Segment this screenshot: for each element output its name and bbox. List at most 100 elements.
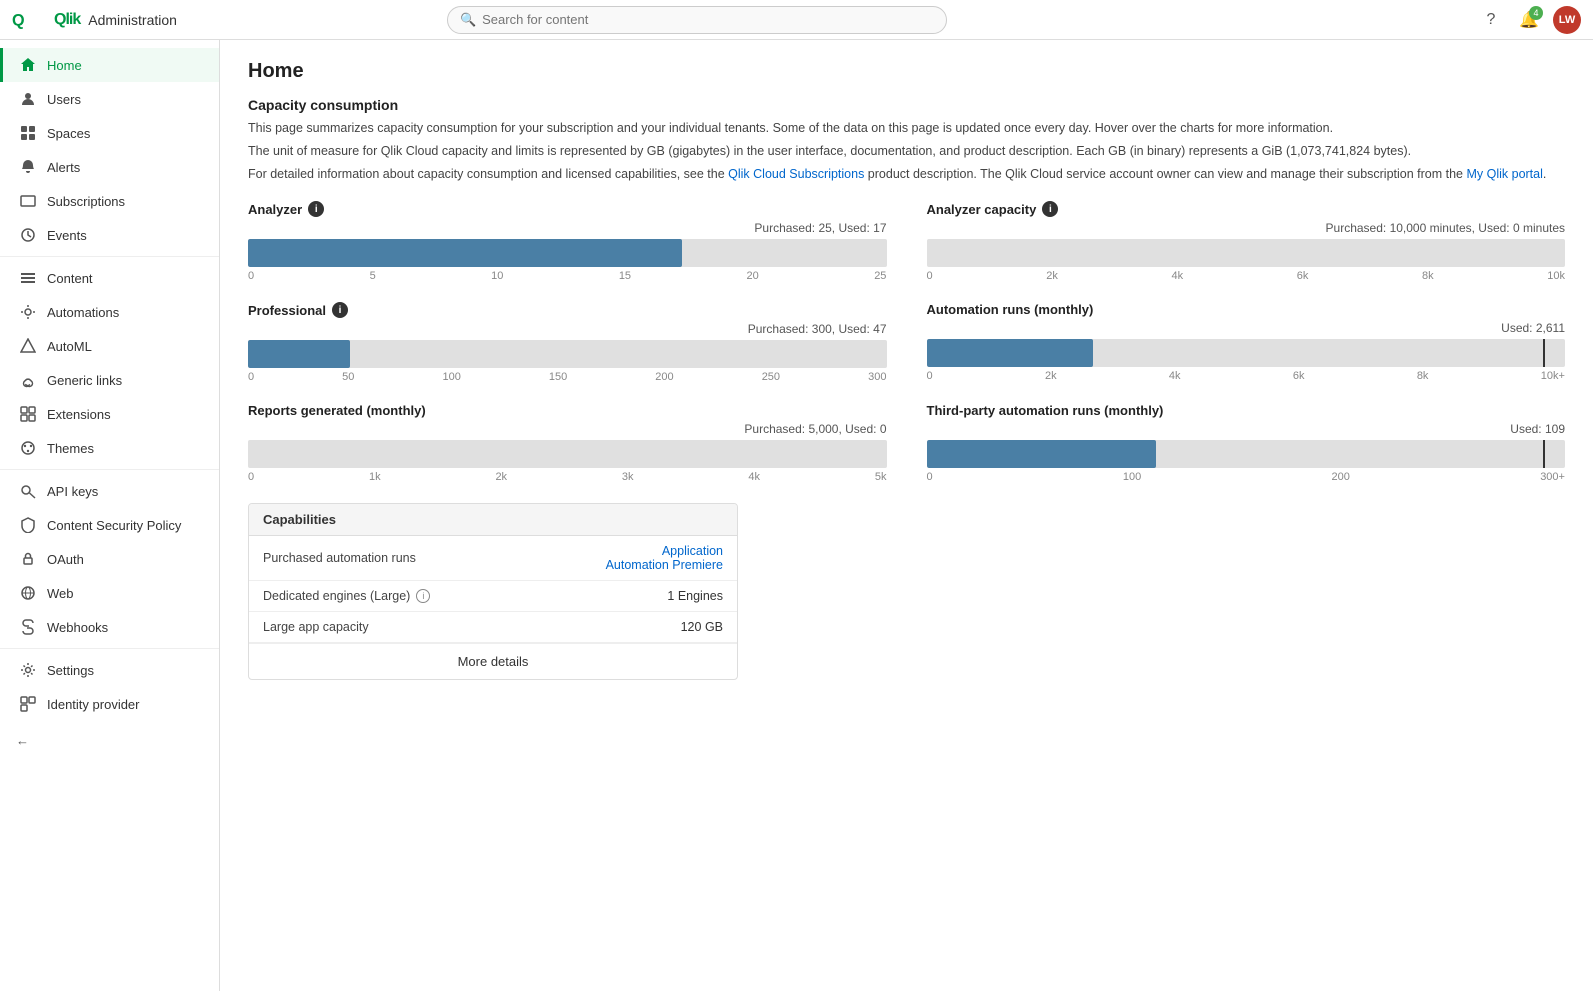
sidebar-item-extensions[interactable]: Extensions [0,397,219,431]
sidebar-item-home[interactable]: Home [0,48,219,82]
search-input[interactable] [482,12,934,27]
sidebar-label-extensions: Extensions [47,407,111,422]
help-button[interactable]: ? [1477,6,1505,34]
charts-grid: Analyzer i Purchased: 25, Used: 17 0 5 1… [248,201,1565,483]
topbar: Q Qlik Administration 🔍 ? 🔔 4 LW [0,0,1593,40]
professional-info-icon[interactable]: i [332,302,348,318]
sidebar-label-generic-links: Generic links [47,373,122,388]
third-party-used-label: Used: 109 [927,422,1566,436]
sidebar-divider-3 [0,648,219,649]
analyzer-info-icon[interactable]: i [308,201,324,217]
sidebar-item-users[interactable]: Users [0,82,219,116]
sidebar-item-automations[interactable]: Automations [0,295,219,329]
sidebar-item-events[interactable]: Events [0,218,219,252]
app-title: Administration [88,12,177,28]
chart-analyzer-capacity-header: Analyzer capacity i [927,201,1566,217]
sidebar-label-events: Events [47,228,87,243]
automation-premiere-link[interactable]: Automation Premiere [606,558,723,572]
third-party-axis: 0 100 200 300+ [927,471,1566,483]
web-icon [19,584,37,602]
cap-row-dedicated-engines: Dedicated engines (Large) i 1 Engines [249,581,737,612]
search-icon: 🔍 [460,12,476,28]
sidebar-item-automl[interactable]: AutoML [0,329,219,363]
subscriptions-icon [19,192,37,210]
application-link[interactable]: Application [662,544,723,558]
automation-runs-bar-fill [927,339,1093,367]
dedicated-engines-info-icon[interactable]: i [416,589,430,603]
oauth-icon [19,550,37,568]
capabilities-table: Capabilities Purchased automation runs A… [248,503,738,680]
qlik-subscriptions-link[interactable]: Qlik Cloud Subscriptions [728,167,864,181]
alerts-icon [19,158,37,176]
sidebar-label-oauth: OAuth [47,552,84,567]
sidebar-label-users: Users [47,92,81,107]
description-1: This page summarizes capacity consumptio… [248,119,1565,138]
sidebar-item-content[interactable]: Content [0,261,219,295]
automation-runs-bar [927,339,1566,367]
analyzer-capacity-bar [927,239,1566,267]
sidebar-label-web: Web [47,586,74,601]
third-party-bar [927,440,1566,468]
sidebar-item-spaces[interactable]: Spaces [0,116,219,150]
generic-links-icon [19,371,37,389]
description-2: The unit of measure for Qlik Cloud capac… [248,142,1565,161]
api-keys-icon [19,482,37,500]
themes-icon [19,439,37,457]
search-bar[interactable]: 🔍 [447,6,947,34]
analyzer-bar [248,239,887,267]
sidebar-item-api-keys[interactable]: API keys [0,474,219,508]
sidebar-collapse-button[interactable]: ← [0,725,219,756]
sidebar-item-webhooks[interactable]: Webhooks [0,610,219,644]
chart-reports-header: Reports generated (monthly) [248,403,887,418]
sidebar-label-automations: Automations [47,305,119,320]
sidebar-item-alerts[interactable]: Alerts [0,150,219,184]
capabilities-header: Capabilities [249,504,737,536]
sidebar-item-oauth[interactable]: OAuth [0,542,219,576]
users-icon [19,90,37,108]
chart-reports-label: Reports generated (monthly) [248,403,426,418]
chart-professional: Professional i Purchased: 300, Used: 47 … [248,302,887,383]
notifications-button[interactable]: 🔔 4 [1515,6,1543,34]
sidebar-item-generic-links[interactable]: Generic links [0,363,219,397]
sidebar-label-subscriptions: Subscriptions [47,194,125,209]
chart-third-party-header: Third-party automation runs (monthly) [927,403,1566,418]
sidebar-label-spaces: Spaces [47,126,90,141]
cap-name-automation-runs: Purchased automation runs [263,551,606,565]
reports-purchased-label: Purchased: 5,000, Used: 0 [248,422,887,436]
sidebar-item-subscriptions[interactable]: Subscriptions [0,184,219,218]
avatar[interactable]: LW [1553,6,1581,34]
sidebar-divider-2 [0,469,219,470]
cap-row-automation-runs: Purchased automation runs Application Au… [249,536,737,581]
description-3: For detailed information about capacity … [248,165,1565,184]
automl-icon [19,337,37,355]
sidebar-label-automl: AutoML [47,339,92,354]
more-details-button[interactable]: More details [249,643,737,679]
sidebar-item-identity-provider[interactable]: Identity provider [0,687,219,721]
sidebar-item-web[interactable]: Web [0,576,219,610]
my-qlik-portal-link[interactable]: My Qlik portal [1466,167,1542,181]
cap-value-automation-runs: Application Automation Premiere [606,544,723,572]
settings-icon [19,661,37,679]
spaces-icon [19,124,37,142]
section-title: Capacity consumption [248,97,1565,113]
analyzer-capacity-info-icon[interactable]: i [1042,201,1058,217]
home-icon [19,56,37,74]
chart-automation-runs-header: Automation runs (monthly) [927,302,1566,317]
analyzer-capacity-axis: 0 2k 4k 6k 8k 10k [927,270,1566,282]
csp-icon [19,516,37,534]
page-title: Home [248,60,1565,83]
sidebar-item-settings[interactable]: Settings [0,653,219,687]
sidebar-label-api-keys: API keys [47,484,98,499]
chart-analyzer-capacity: Analyzer capacity i Purchased: 10,000 mi… [927,201,1566,282]
cap-value-large-app-capacity: 120 GB [681,620,723,634]
sidebar-item-themes[interactable]: Themes [0,431,219,465]
sidebar-divider-1 [0,256,219,257]
chart-professional-header: Professional i [248,302,887,318]
automation-runs-axis: 0 2k 4k 6k 8k 10k+ [927,370,1566,382]
chart-analyzer-capacity-label: Analyzer capacity [927,202,1037,217]
sidebar-label-identity-provider: Identity provider [47,697,140,712]
chart-analyzer-header: Analyzer i [248,201,887,217]
sidebar-label-webhooks: Webhooks [47,620,108,635]
sidebar: Home Users Spaces Alerts Subscriptions [0,40,220,991]
sidebar-item-content-security-policy[interactable]: Content Security Policy [0,508,219,542]
